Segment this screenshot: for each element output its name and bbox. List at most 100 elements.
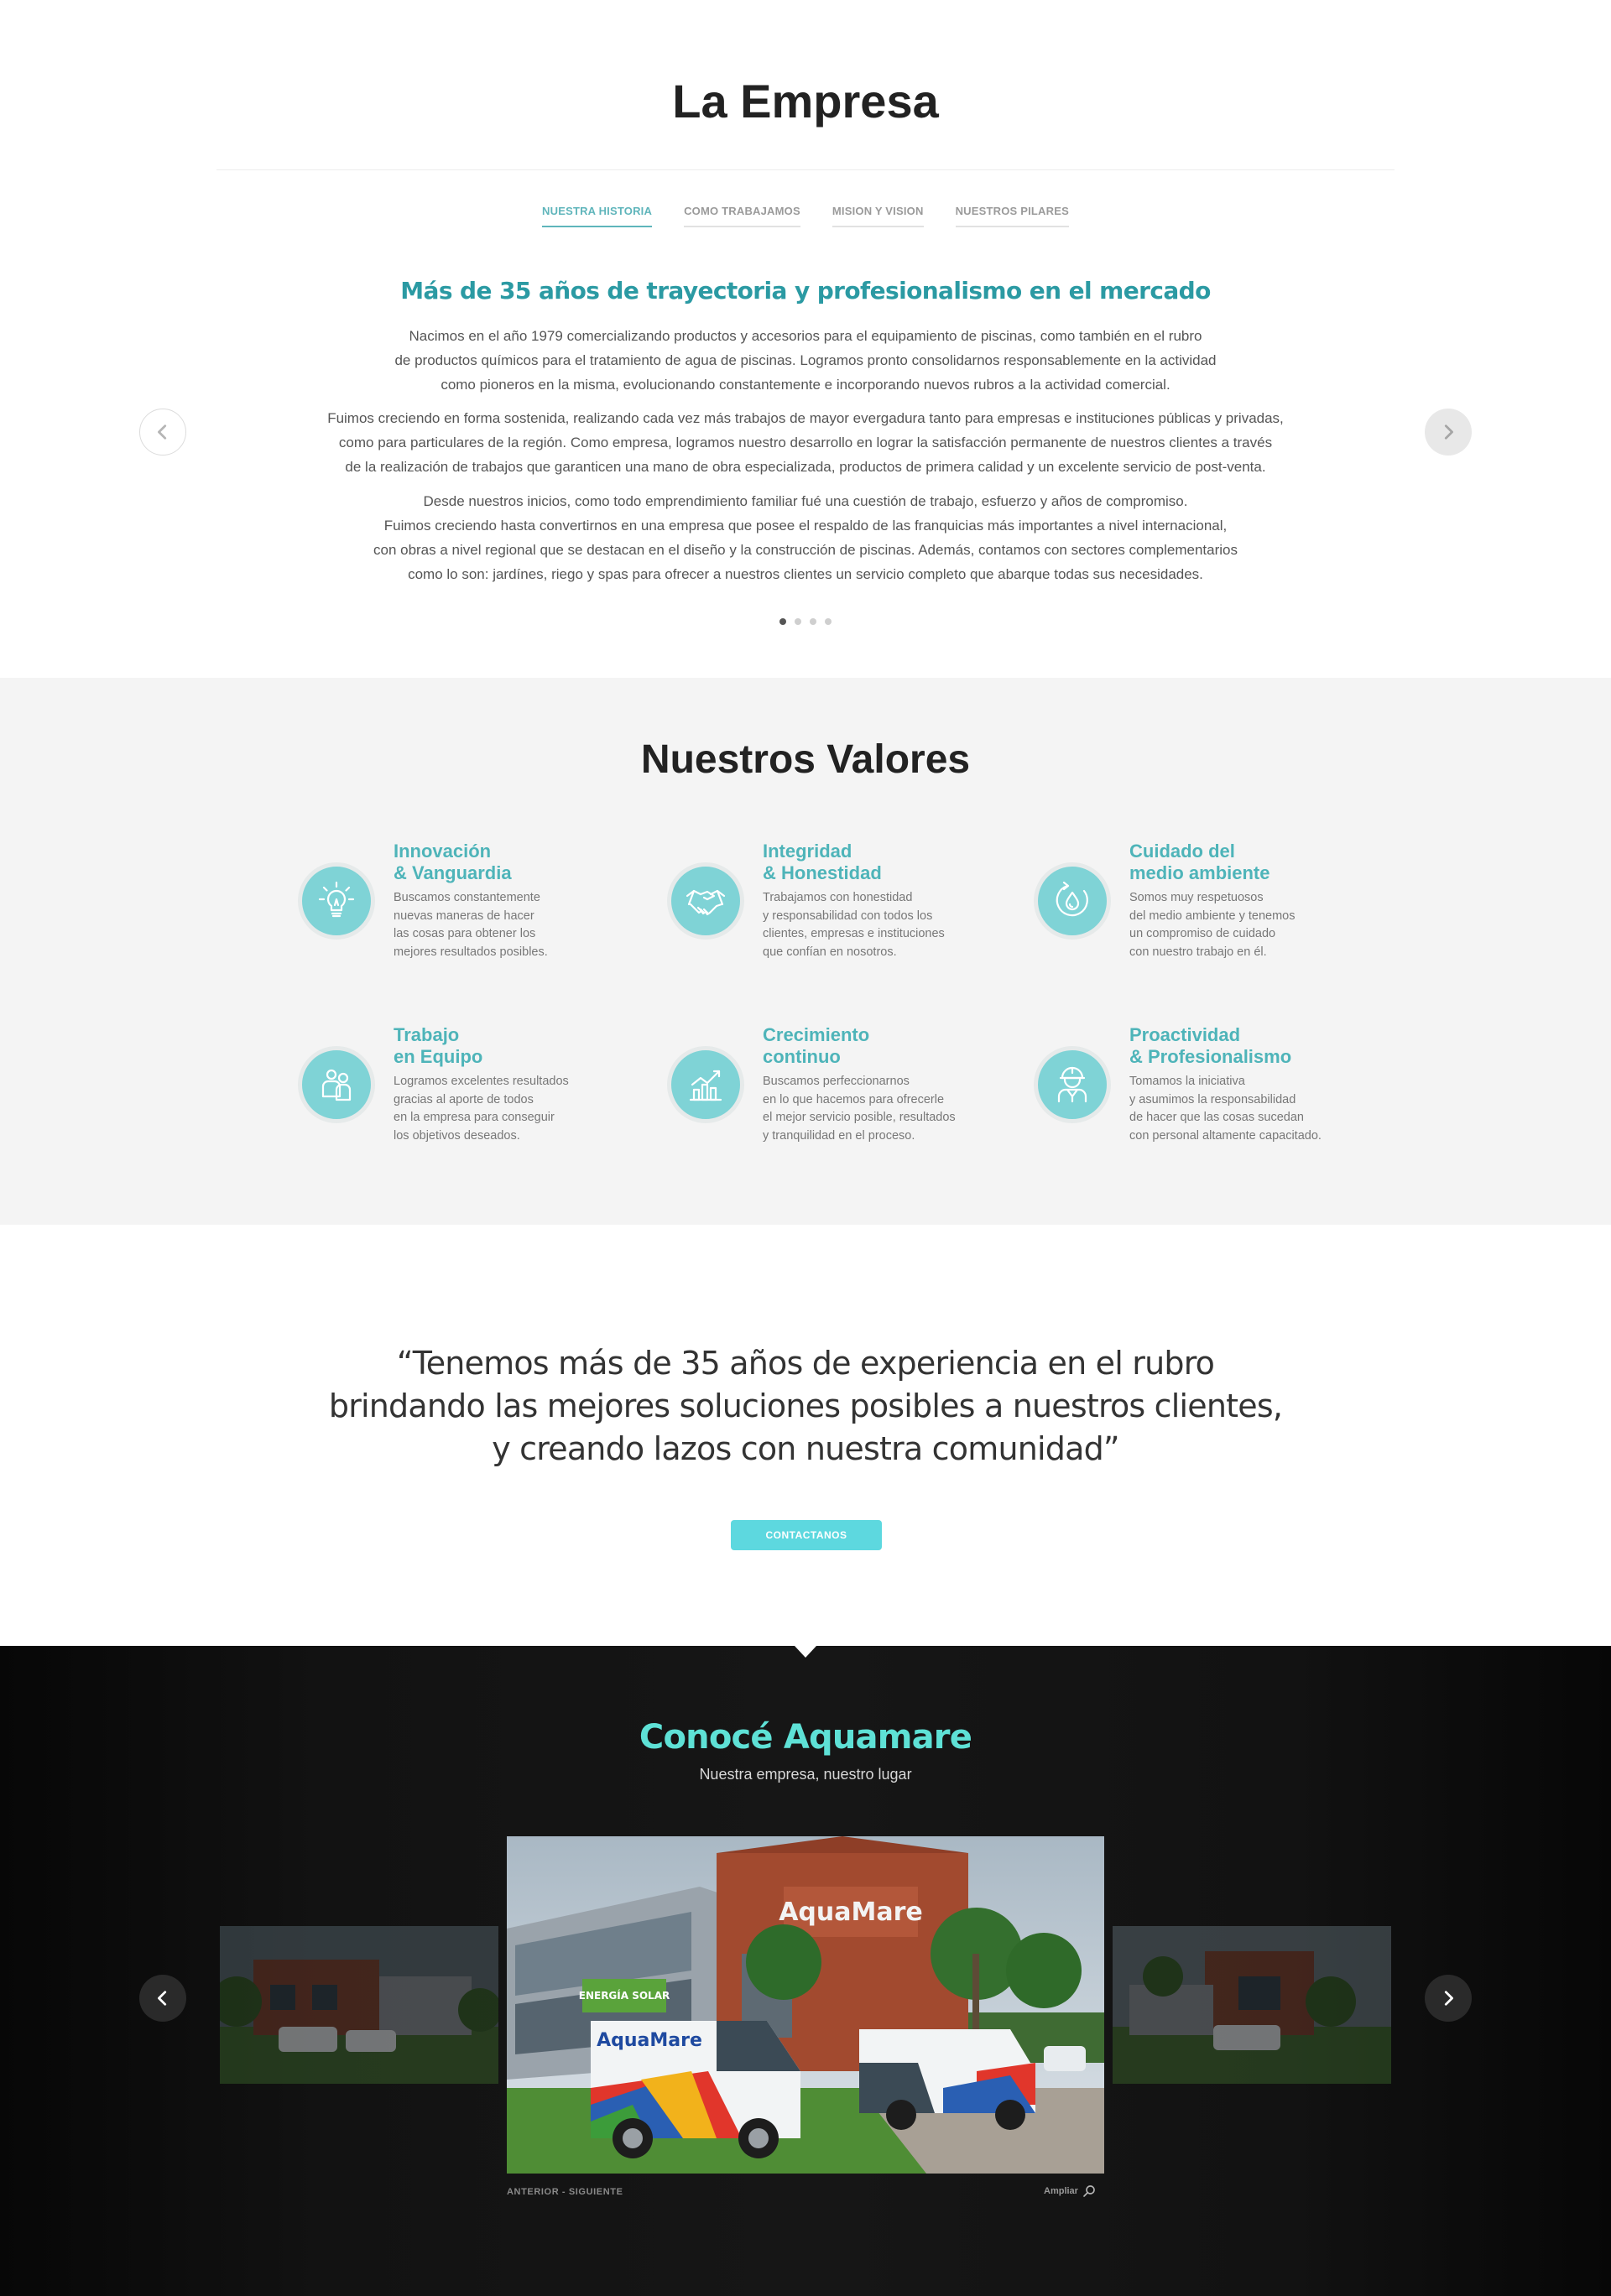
valor-desc-line: Logramos excelentes resultados: [394, 1075, 569, 1088]
valor-icon-circle: [667, 862, 744, 940]
valor-item: Innovación & Vanguardia Buscamos constan…: [298, 841, 650, 983]
valor-desc-line: las cosas para obtener los: [394, 927, 536, 940]
zoom-label: Ampliar: [1044, 2186, 1078, 2196]
chevron-right-icon: [1444, 1991, 1453, 2006]
valor-title: Innovación & Vanguardia: [394, 841, 512, 884]
valor-title-line: continuo: [763, 1046, 841, 1067]
conoce-section: Conocé Aquamare Nuestra empresa, nuestro…: [0, 1646, 1611, 2296]
divider: [216, 169, 1395, 170]
quote-line: “Tenemos más de 35 años de experiencia e…: [396, 1345, 1215, 1382]
gallery-next-button[interactable]: [1425, 1975, 1472, 2022]
historia-subtitle: Más de 35 años de trayectoria y profesio…: [400, 277, 1211, 305]
valor-description: Somos muy respetuosos del medio ambiente…: [1129, 889, 1295, 961]
valor-desc-line: en lo que hacemos para ofrecerle: [763, 1092, 945, 1106]
valor-title: Integridad & Honestidad: [763, 841, 882, 884]
tab-nuestra-historia[interactable]: NUESTRA HISTORIA: [542, 198, 653, 227]
slider-dot[interactable]: [779, 618, 786, 625]
valor-desc-line: que confían en nosotros.: [763, 945, 897, 959]
valor-desc-line: y asumimos la responsabilidad: [1129, 1092, 1296, 1106]
quote-section: “Tenemos más de 35 años de experiencia e…: [0, 1225, 1611, 1646]
valor-title-line: en Equipo: [394, 1046, 483, 1067]
conoce-subtitle: Nuestra empresa, nuestro lugar: [699, 1766, 912, 1783]
valor-description: Logramos excelentes resultados gracias a…: [394, 1073, 569, 1145]
tab-como-trabajamos[interactable]: COMO TRABAJAMOS: [684, 198, 800, 227]
valor-title: Trabajo en Equipo: [394, 1024, 482, 1068]
valor-title-line: Proactividad: [1129, 1024, 1241, 1045]
valor-desc-line: mejores resultados posibles.: [394, 945, 548, 959]
building-photo: [1113, 1926, 1391, 2084]
paragraph-line: como para particulares de la región. Com…: [338, 435, 1273, 450]
aquamare-building-photo: AquaMare ENERGÍA SOLAR AquaMare: [507, 1836, 1104, 2174]
valor-desc-line: un compromiso de cuidado: [1129, 927, 1276, 940]
valor-title-line: Cuidado del: [1129, 841, 1235, 862]
historia-paragraph: Fuimos creciendo en forma sostenida, rea…: [260, 406, 1351, 479]
historia-next-button[interactable]: [1425, 409, 1472, 456]
valor-desc-line: y responsabilidad con todos los: [763, 909, 933, 923]
van-brand: AquaMare: [597, 2030, 702, 2051]
slider-dot[interactable]: [795, 618, 801, 625]
valor-icon-circle: [1034, 1046, 1111, 1123]
conoce-title: Conocé Aquamare: [639, 1718, 972, 1757]
chevron-left-icon: [158, 424, 167, 440]
valor-desc-line: Somos muy respetuosos: [1129, 891, 1264, 904]
slider-dots: [0, 618, 1611, 625]
valor-desc-line: Buscamos perfeccionarnos: [763, 1075, 910, 1088]
valor-icon-circle: [1034, 862, 1111, 940]
valor-title-line: Innovación: [394, 841, 492, 862]
historia-prev-button[interactable]: [139, 409, 186, 456]
paragraph-line: de la realización de trabajos que garant…: [345, 459, 1266, 475]
building-sign: AquaMare: [779, 1898, 923, 1927]
search-icon: [1083, 2185, 1095, 2197]
tab-nuestros-pilares[interactable]: NUESTROS PILARES: [955, 198, 1069, 227]
slider-dot[interactable]: [810, 618, 816, 625]
valor-title: Crecimiento continuo: [763, 1024, 869, 1068]
valor-item: Trabajo en Equipo Logramos excelentes re…: [298, 1024, 650, 1167]
empresa-section: La Empresa NUESTRA HISTORIA COMO TRABAJA…: [0, 0, 1611, 678]
paragraph-line: Nacimos en el año 1979 comercializando p…: [409, 328, 1202, 344]
valor-item: Crecimiento continuo Buscamos perfeccion…: [667, 1024, 1019, 1167]
valor-title-line: & Honestidad: [763, 862, 882, 883]
quote-line: brindando las mejores soluciones posible…: [328, 1387, 1283, 1424]
valor-desc-line: gracias al aporte de todos: [394, 1092, 534, 1106]
building-photo: [220, 1926, 498, 2084]
contact-button[interactable]: CONTACTANOS: [731, 1520, 882, 1550]
valor-desc-line: los objetivos deseados.: [394, 1128, 520, 1143]
valor-item: Proactividad & Profesionalismo Tomamos l…: [1034, 1024, 1386, 1167]
lightbulb-icon: [318, 881, 355, 918]
valor-desc-line: en la empresa para conseguir: [394, 1111, 555, 1124]
paragraph-line: como pioneros en la misma, evolucionando…: [441, 377, 1170, 393]
valor-desc-line: del medio ambiente y tenemos: [1129, 909, 1296, 923]
gallery-prev-next-link[interactable]: ANTERIOR - SIGUIENTE: [507, 2187, 623, 2197]
quote-line: y creando lazos con nuestra comunidad”: [492, 1430, 1119, 1467]
valores-title: Nuestros Valores: [640, 737, 971, 782]
valor-title-line: Crecimiento: [763, 1024, 870, 1045]
paragraph-line: Fuimos creciendo hasta convertirnos en u…: [383, 518, 1228, 534]
historia-paragraph: Nacimos en el año 1979 comercializando p…: [260, 324, 1351, 397]
water-drop-icon: [1056, 881, 1088, 917]
valor-desc-line: nuevas maneras de hacer: [394, 909, 534, 923]
valores-section: Nuestros Valores Innovación & Vanguardia…: [0, 678, 1611, 1237]
valor-icon-circle: [298, 1046, 375, 1123]
gallery-thumbnail-previous[interactable]: [220, 1926, 498, 2084]
valor-description: Trabajamos con honestidad y responsabili…: [763, 889, 945, 961]
tab-mision-vision[interactable]: MISION Y VISION: [832, 198, 924, 227]
gallery-thumbnail-next[interactable]: [1113, 1926, 1391, 2084]
gallery-main-photo[interactable]: AquaMare ENERGÍA SOLAR AquaMare: [507, 1836, 1104, 2174]
valor-title-line: Integridad: [763, 841, 852, 862]
slider-dot[interactable]: [825, 618, 832, 625]
gallery-prev-button[interactable]: [139, 1975, 186, 2022]
empresa-title: La Empresa: [672, 75, 939, 128]
valor-desc-line: el mejor servicio posible, resultados: [763, 1111, 956, 1124]
valor-title: Cuidado del medio ambiente: [1129, 841, 1270, 884]
valor-desc-line: Tomamos la iniciativa: [1129, 1075, 1245, 1088]
gallery-zoom-button[interactable]: Ampliar: [1044, 2184, 1097, 2199]
paragraph-line: Fuimos creciendo en forma sostenida, rea…: [327, 410, 1284, 426]
paragraph-line: de productos químicos para el tratamient…: [394, 352, 1217, 368]
valor-title: Proactividad & Profesionalismo: [1129, 1024, 1291, 1068]
company-quote: “Tenemos más de 35 años de experiencia e…: [0, 1342, 1611, 1471]
valor-title-line: medio ambiente: [1129, 862, 1270, 883]
valor-title-line: & Profesionalismo: [1129, 1046, 1292, 1067]
paragraph-line: Desde nuestros inicios, como todo empren…: [423, 493, 1188, 509]
handshake-icon: [686, 889, 726, 916]
valor-icon-circle: [667, 1046, 744, 1123]
